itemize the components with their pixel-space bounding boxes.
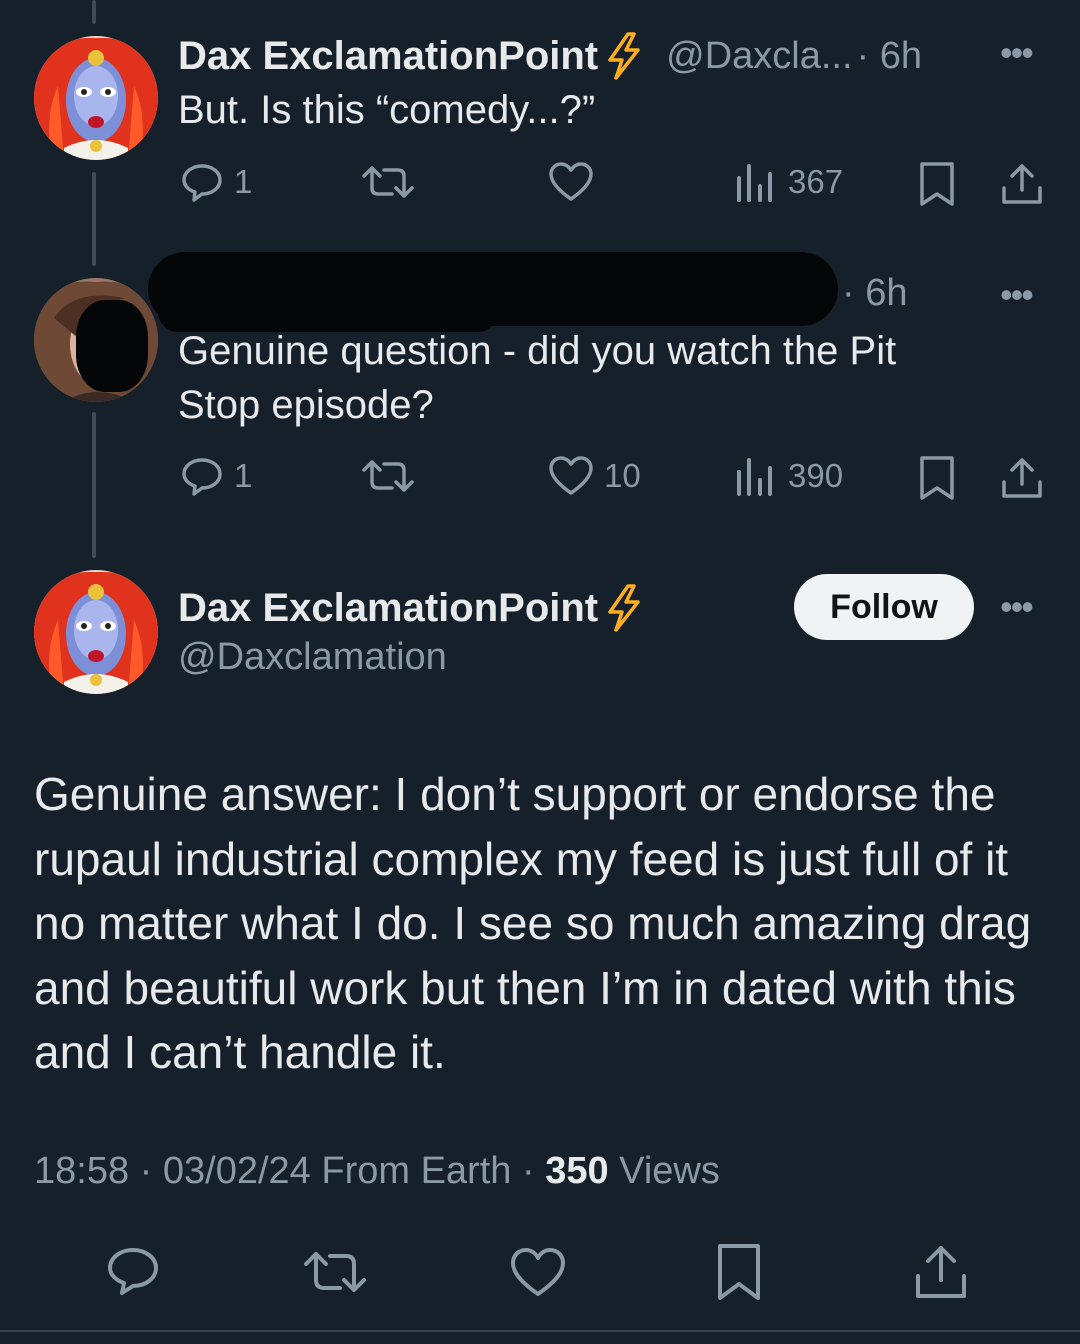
bookmark-button[interactable] [716, 1244, 762, 1300]
tweet-text: But. Is this “comedy...?” [178, 88, 596, 132]
share-icon [1002, 164, 1042, 204]
views-count: 367 [788, 163, 844, 200]
views-button[interactable]: 367 [736, 162, 843, 202]
reply-button[interactable]: 1 [180, 456, 252, 496]
views-label: Views [619, 1150, 720, 1192]
tweet-time[interactable]: · 6h [857, 35, 922, 78]
lightning-bolt-icon [608, 32, 640, 80]
avatar[interactable] [34, 570, 158, 694]
retweet-button[interactable] [362, 162, 414, 202]
bar-chart-icon [737, 164, 772, 202]
retweet-icon [304, 1252, 366, 1292]
like-count: 10 [604, 457, 641, 494]
follow-button[interactable]: Follow [794, 574, 974, 640]
like-button[interactable] [510, 1248, 566, 1298]
views-count: 350 [545, 1150, 609, 1192]
thread-line-top [92, 0, 96, 24]
views-button[interactable]: 390 [736, 456, 843, 496]
author-handle[interactable]: @Daxcla... [666, 35, 852, 78]
share-button[interactable] [914, 1244, 968, 1300]
reply-count: 1 [234, 163, 253, 200]
bookmark-button[interactable] [918, 456, 956, 500]
tweet-source: From Earth [321, 1150, 512, 1192]
author-name[interactable]: Dax ExclamationPoint [178, 34, 598, 79]
bookmark-icon [920, 456, 954, 500]
separator: · [521, 1150, 546, 1192]
avatar[interactable] [34, 278, 158, 402]
tweet-text: Genuine question - did you watch the Pit… [178, 329, 897, 427]
reply-count: 1 [234, 457, 253, 494]
share-button[interactable] [1000, 456, 1044, 500]
heart-icon [549, 162, 593, 201]
tweet-time[interactable]: 18:58 [34, 1150, 129, 1192]
thread-line-1 [92, 172, 96, 266]
tweet-metadata: 18:58 · 03/02/24 From Earth · 350 Views [34, 1150, 720, 1193]
heart-icon [549, 456, 593, 495]
tweet-time[interactable]: · 6h [842, 272, 907, 315]
reply-button[interactable]: 1 [180, 162, 252, 202]
lightning-bolt-icon [608, 584, 640, 632]
bookmark-icon [920, 162, 954, 206]
author-handle[interactable]: @Daxclamation [178, 636, 447, 679]
share-icon [916, 1246, 966, 1298]
share-icon [1002, 458, 1042, 498]
retweet-button[interactable] [304, 1248, 366, 1296]
reply-icon [182, 164, 222, 202]
like-button[interactable] [548, 162, 594, 202]
tweet-text: Genuine answer: I don’t support or endor… [34, 768, 1032, 1078]
more-options-icon[interactable]: ••• [1000, 32, 1034, 74]
bookmark-icon [718, 1244, 760, 1300]
reply-icon [182, 458, 222, 496]
reply-icon [108, 1248, 158, 1295]
retweet-icon [362, 460, 414, 492]
more-options-icon[interactable]: ••• [1000, 586, 1034, 628]
tweet-header: Dax ExclamationPoint @Daxcla... · 6h [178, 32, 922, 80]
retweet-button[interactable] [362, 456, 414, 496]
redacted-author [158, 270, 498, 332]
avatar[interactable] [34, 36, 158, 160]
more-options-icon[interactable]: ••• [1000, 274, 1034, 316]
views-count: 390 [788, 457, 844, 494]
heart-icon [511, 1248, 565, 1296]
like-button[interactable]: 10 [548, 456, 641, 496]
bookmark-button[interactable] [918, 162, 956, 206]
bar-chart-icon [737, 458, 772, 496]
thread-line-2 [92, 412, 96, 558]
tweet-date[interactable]: 03/02/24 [163, 1150, 311, 1192]
separator: · [139, 1150, 163, 1192]
redaction-mark [76, 300, 148, 392]
author-name[interactable]: Dax ExclamationPoint [178, 586, 598, 631]
main-author: Dax ExclamationPoint [178, 584, 644, 632]
reply-button[interactable] [106, 1246, 160, 1296]
share-button[interactable] [1000, 162, 1044, 206]
retweet-icon [362, 166, 414, 198]
divider [0, 1330, 1080, 1332]
